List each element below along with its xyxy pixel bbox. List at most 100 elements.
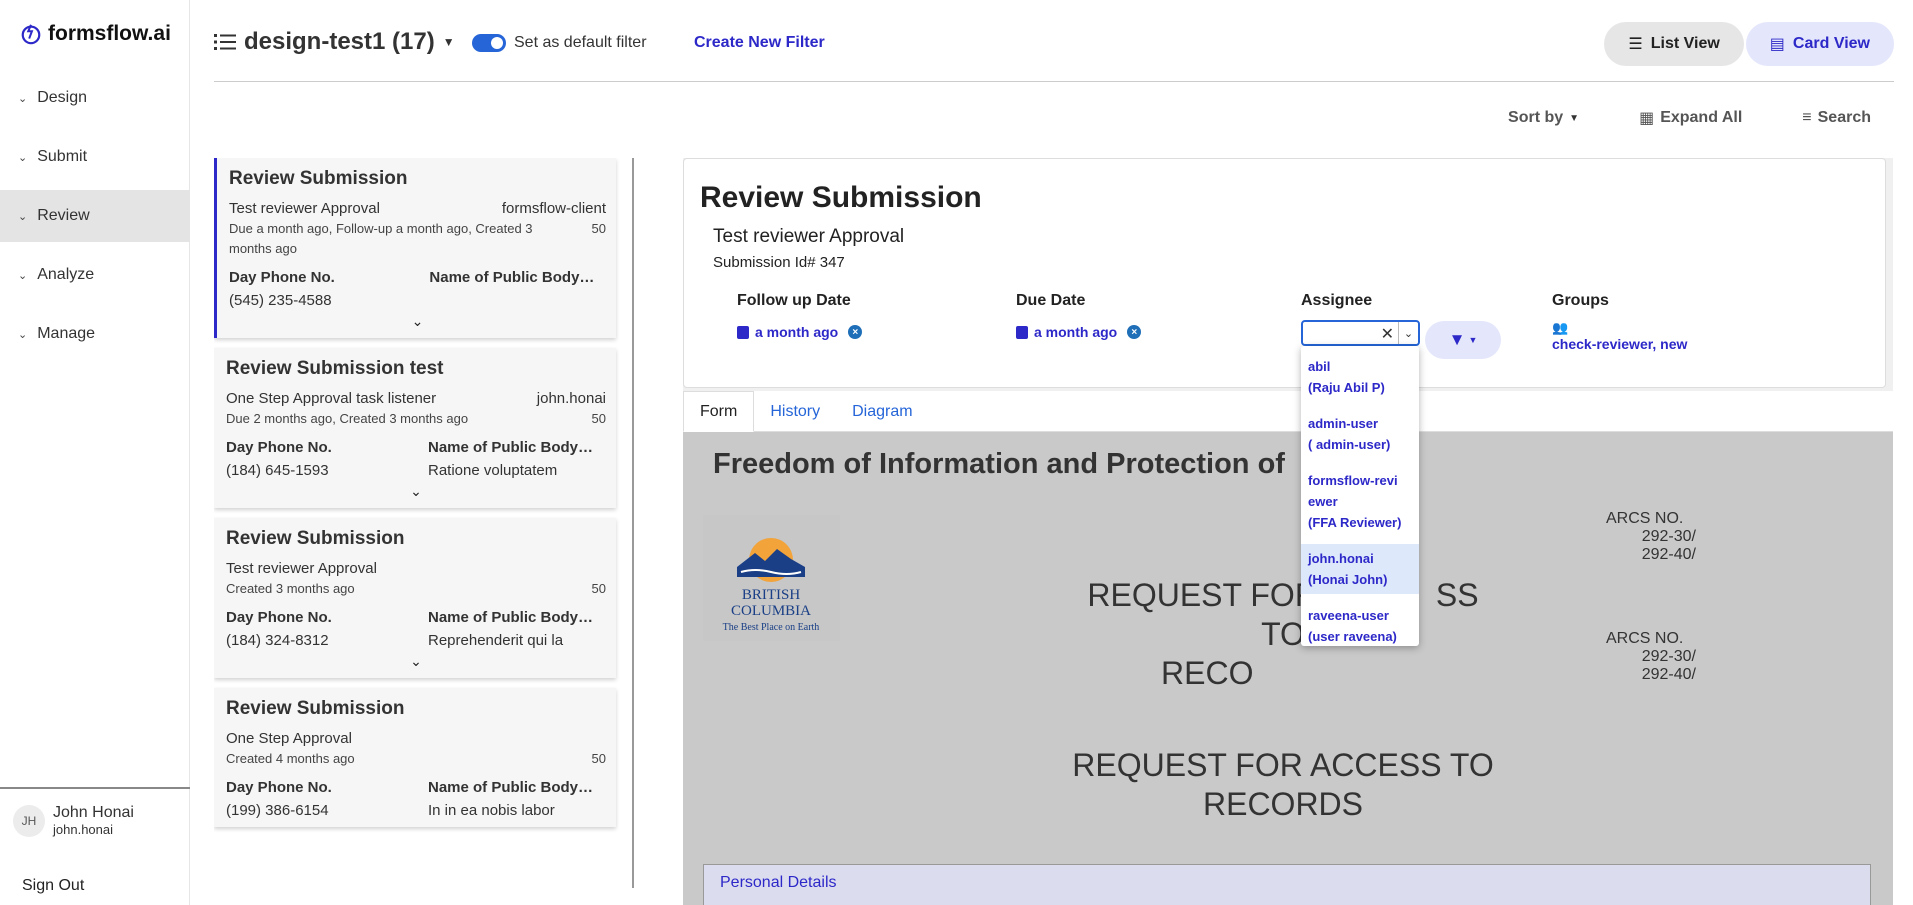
sidebar: formsflow.ai ⌄ Design ⌄ Submit ⌄ Review ⌄ An…	[0, 0, 190, 905]
search-label: Search	[1817, 109, 1871, 126]
task-card[interactable]: Review Submission Test reviewer Approval…	[214, 158, 616, 338]
sidebar-item-manage[interactable]: ⌄ Manage	[0, 308, 190, 360]
field-label: Day Phone No.	[226, 439, 332, 456]
task-process: One Step Approval	[226, 730, 352, 747]
assignee-option-highlighted[interactable]: john.honai (Honai John)	[1301, 544, 1419, 594]
calendar-icon	[1016, 325, 1028, 339]
expand-chevron-icon[interactable]: ⌄	[226, 483, 606, 500]
sidebar-item-submit[interactable]: ⌄ Submit	[0, 131, 190, 183]
assignee-option[interactable]: formsflow-revi ewer (FFA Reviewer)	[1301, 466, 1419, 537]
create-new-filter-link[interactable]: Create New Filter	[694, 34, 825, 52]
task-dates: Created 4 months ago	[226, 751, 355, 766]
task-list: Review Submission Test reviewer Approval…	[214, 158, 634, 888]
request-title-line: RECORDS	[1202, 786, 1363, 822]
funnel-icon: ▼	[1448, 330, 1466, 349]
bc-logo-line2: COLUMBIA	[731, 603, 811, 619]
default-filter-toggle[interactable]	[472, 34, 506, 52]
option-username-wrap: ewer	[1308, 494, 1338, 509]
task-card[interactable]: Review Submission One Step Approval Crea…	[214, 688, 616, 827]
task-process: One Step Approval task listener	[226, 390, 437, 407]
search-button[interactable]: ≡ Search	[1802, 108, 1871, 128]
sidebar-item-review[interactable]: ⌄ Review	[0, 190, 190, 242]
field-label: Day Phone No.	[229, 269, 335, 286]
option-username: abil	[1308, 359, 1331, 374]
field-value: (545) 235-4588	[229, 292, 332, 309]
bc-logo-line1: BRITISH	[742, 587, 801, 603]
personal-details-section[interactable]: Personal Details	[703, 864, 1871, 905]
clear-due-date-icon[interactable]: ×	[1127, 325, 1142, 339]
arcs-block-1: ARCS NO. 292-30/ 292-40/	[1606, 510, 1696, 564]
follow-up-value[interactable]: a month ago	[755, 324, 838, 340]
field-value: (184) 324-8312	[226, 632, 329, 649]
clear-assignee-icon[interactable]: ✕	[1381, 324, 1394, 344]
due-date-group: Due Date a month ago ×	[1016, 292, 1142, 340]
expand-all-button[interactable]: ▦ Expand All	[1639, 108, 1742, 128]
due-date-value[interactable]: a month ago	[1034, 324, 1117, 340]
field-label: Day Phone No.	[226, 609, 332, 626]
users-icon[interactable]: 👥	[1552, 320, 1687, 336]
sidebar-item-label: Manage	[37, 325, 96, 342]
option-fullname: ( admin-user)	[1308, 437, 1391, 452]
assignee-option[interactable]: admin-user ( admin-user)	[1301, 409, 1419, 459]
option-fullname: (user raveena)	[1308, 629, 1397, 644]
assignee-option[interactable]: raveena-user (user raveena)	[1301, 601, 1419, 646]
task-process: Test reviewer Approval	[226, 560, 377, 577]
chevron-down-icon[interactable]: ⌄	[1398, 322, 1418, 344]
card-view-button[interactable]: ▤ Card View	[1745, 22, 1894, 66]
bc-sunset-icon: BRITISH COLUMBIA The Best Place on Earth	[723, 538, 819, 633]
expand-chevron-icon[interactable]: ⌄	[229, 313, 606, 330]
field-label: Name of Public Body…	[428, 609, 594, 626]
user-username: john.honai	[53, 822, 113, 837]
request-title-part: RECO	[1161, 655, 1254, 691]
caret-down-icon: ▼	[1569, 112, 1580, 124]
field-value: (199) 386-6154	[226, 802, 329, 819]
sort-by-button[interactable]: Sort by ▼	[1508, 108, 1579, 128]
task-card[interactable]: Review Submission test One Step Approval…	[214, 348, 616, 508]
sidebar-nav: ⌄ Design ⌄ Submit ⌄ Review ⌄ Analyze ⌄ Manage	[0, 72, 190, 367]
tab-history[interactable]: History	[754, 391, 836, 432]
default-filter-label: Set as default filter	[514, 34, 647, 51]
task-priority: 50	[591, 411, 606, 426]
user-profile[interactable]: JH John Honai john.honai	[13, 804, 134, 837]
task-process: Test reviewer Approval	[229, 200, 380, 217]
arcs-label: ARCS NO.	[1606, 510, 1684, 527]
chevron-down-icon: ⌄	[18, 210, 28, 223]
request-title: REQUEST FOR ACCESS TO RECORDS	[1063, 746, 1503, 824]
task-detail-header: Review Submission Test reviewer Approval…	[683, 158, 1886, 388]
task-card[interactable]: Review Submission Test reviewer Approval…	[214, 518, 616, 678]
option-username: john.honai	[1308, 551, 1374, 566]
sidebar-item-design[interactable]: ⌄ Design	[0, 72, 190, 124]
assignee-select[interactable]: ✕ ⌄	[1301, 320, 1420, 346]
list-view-button[interactable]: ☰ List View	[1604, 22, 1744, 66]
assignee-option[interactable]: abil (Raju Abil P)	[1301, 352, 1419, 402]
groups-value[interactable]: check-reviewer, new	[1552, 336, 1687, 352]
user-name: John Honai	[53, 804, 134, 821]
task-dates: Due a month ago, Follow-up a month ago, …	[229, 221, 533, 256]
groups-label: Groups	[1552, 292, 1609, 309]
sidebar-item-analyze[interactable]: ⌄ Analyze	[0, 249, 190, 301]
bc-logo: BRITISH COLUMBIA The Best Place on Earth	[703, 515, 840, 641]
brand-logo[interactable]: formsflow.ai	[20, 22, 171, 46]
option-fullname: (Raju Abil P)	[1308, 380, 1385, 395]
filter-name: design-test1 (17)	[244, 28, 435, 55]
task-dates: Due 2 months ago, Created 3 months ago	[226, 411, 469, 426]
sidebar-item-label: Review	[37, 207, 90, 224]
assignee-filter-button[interactable]: ▼ ▼	[1425, 321, 1501, 359]
sidebar-item-label: Design	[37, 89, 88, 106]
clear-follow-up-icon[interactable]: ×	[848, 325, 863, 339]
tab-form[interactable]: Form	[683, 391, 755, 432]
expand-chevron-icon[interactable]: ⌄	[226, 653, 606, 670]
tab-diagram[interactable]: Diagram	[836, 391, 928, 432]
submission-id: Submission Id# 347	[713, 254, 845, 271]
request-title-line: REQUEST FOR ACCESS TO	[1072, 747, 1494, 783]
filter-selector[interactable]: design-test1 (17) ▼	[214, 28, 455, 56]
task-process-name: Test reviewer Approval	[713, 226, 905, 247]
card-icon: ▤	[1769, 36, 1785, 53]
caret-down-icon: ▼	[1468, 335, 1478, 345]
sidebar-footer: JH John Honai john.honai Sign Out	[0, 787, 190, 905]
form-view: Freedom of Information and Protection of…	[683, 432, 1893, 905]
field-label: Day Phone No.	[226, 779, 332, 796]
sign-out-button[interactable]: Sign Out	[22, 877, 84, 895]
task-priority: 50	[591, 581, 606, 596]
chevron-down-icon: ⌄	[18, 92, 28, 105]
